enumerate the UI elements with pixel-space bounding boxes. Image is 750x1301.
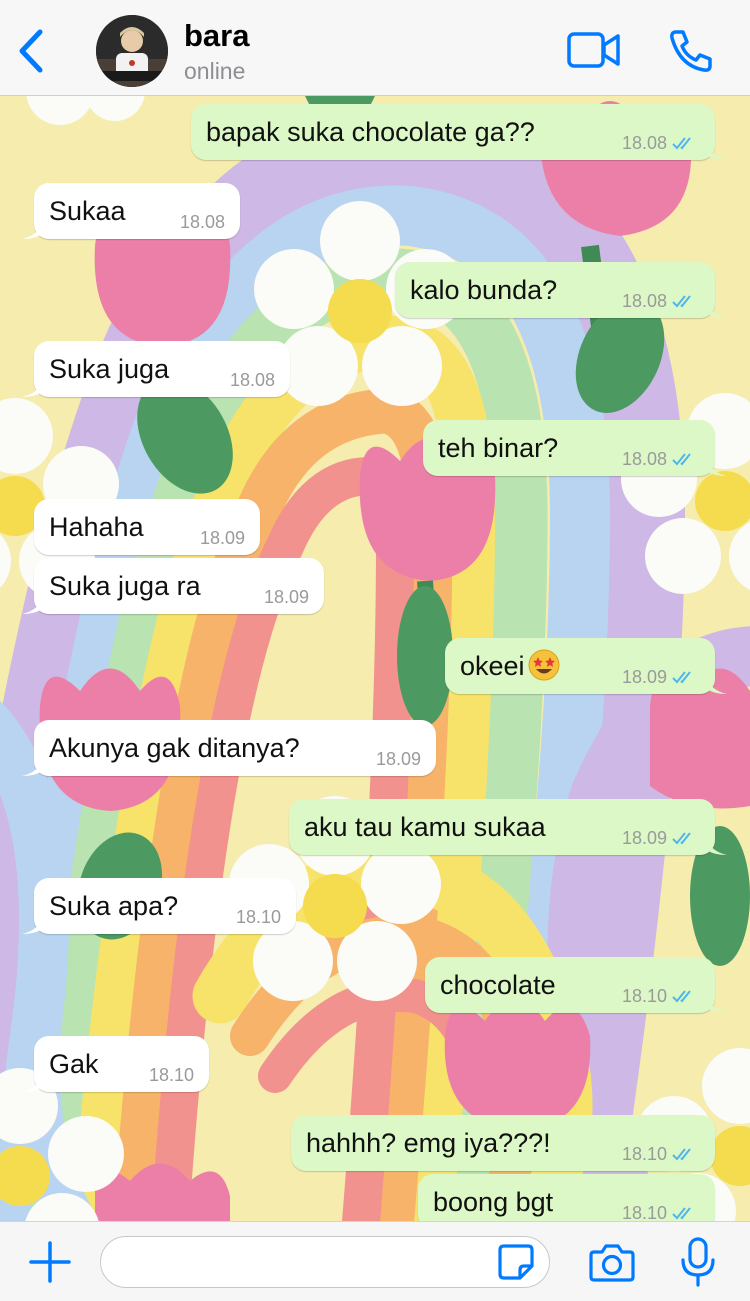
message-time: 18.10 xyxy=(148,1065,194,1085)
read-ticks-icon xyxy=(672,990,691,1003)
message-text: aku tau kamu sukaa xyxy=(304,812,546,842)
bubble-tail xyxy=(705,298,727,318)
sticker-icon xyxy=(498,1244,534,1280)
message-text: boong bgt xyxy=(433,1187,554,1217)
video-call-button[interactable] xyxy=(566,30,622,70)
bubble-tail xyxy=(705,1210,711,1221)
bubble-tail xyxy=(22,377,44,397)
bubble-tail xyxy=(22,914,44,934)
message-time: 18.08 xyxy=(621,133,667,153)
bubble-tail xyxy=(22,756,44,776)
read-ticks-icon xyxy=(672,832,691,845)
message-text: kalo bunda? xyxy=(410,275,558,305)
message-bubble-incoming[interactable]: Suka juga 18.08 xyxy=(22,341,290,397)
message-bubble-outgoing[interactable]: teh binar? 18.08 xyxy=(423,420,727,476)
message-bubble-incoming[interactable]: Sukaa 18.08 xyxy=(22,183,240,239)
message-text: teh binar? xyxy=(438,433,559,463)
message-time: 18.09 xyxy=(621,828,667,848)
message-bubble-incoming[interactable]: Suka juga ra 18.09 xyxy=(22,558,324,614)
message-text: Suka apa? xyxy=(49,891,179,921)
contact-status: online xyxy=(184,58,246,84)
composer-bar xyxy=(0,1221,750,1301)
chat-screen: bara online bapak suka chocolate ga?? 18… xyxy=(0,0,750,1301)
microphone-button[interactable] xyxy=(678,1236,718,1288)
camera-button[interactable] xyxy=(588,1240,636,1284)
attach-button[interactable] xyxy=(28,1240,72,1284)
message-text: Gak xyxy=(49,1049,99,1079)
bubble-tail xyxy=(705,993,727,1013)
back-button[interactable] xyxy=(14,26,48,76)
avatar[interactable] xyxy=(96,15,168,87)
bubble-tail xyxy=(22,219,44,239)
star-struck-emoji-icon xyxy=(528,649,560,681)
bubble-tail xyxy=(705,456,727,476)
message-bubble-outgoing[interactable]: kalo bunda? 18.08 xyxy=(395,262,727,318)
read-ticks-icon xyxy=(672,295,691,308)
message-bubble-outgoing[interactable]: hahhh? emg iya???! 18.10 xyxy=(291,1115,715,1171)
message-bubble-outgoing[interactable]: chocolate 18.10 xyxy=(425,957,727,1013)
message-time: 18.08 xyxy=(229,370,275,390)
bubble-tail xyxy=(22,594,44,614)
message-time: 18.09 xyxy=(263,587,309,607)
read-ticks-icon xyxy=(672,453,691,466)
message-text: chocolate xyxy=(440,970,556,1000)
read-ticks-icon xyxy=(672,137,691,150)
bubble-tail xyxy=(705,674,727,694)
message-text: okeei xyxy=(460,651,525,681)
read-ticks-icon xyxy=(672,1207,691,1220)
bubble-tail xyxy=(22,1072,44,1092)
camera-icon xyxy=(589,1244,635,1282)
video-camera-icon xyxy=(567,32,620,68)
voice-call-button[interactable] xyxy=(666,28,714,74)
message-bubble-outgoing[interactable]: okeei 18.09 xyxy=(445,638,727,694)
contact-name[interactable]: bara xyxy=(184,18,249,54)
message-text: hahhh? emg iya???! xyxy=(306,1128,551,1158)
message-bubble-incoming[interactable]: Gak 18.10 xyxy=(22,1036,209,1092)
message-bubble-outgoing[interactable]: bapak suka chocolate ga?? 18.08 xyxy=(191,104,727,160)
message-time: 18.08 xyxy=(621,449,667,469)
message-bubble-incoming[interactable]: Suka apa? 18.10 xyxy=(22,878,296,934)
message-text: Sukaa xyxy=(49,196,126,226)
message-text: bapak suka chocolate ga?? xyxy=(206,117,535,147)
read-ticks-icon xyxy=(672,671,691,684)
message-input[interactable] xyxy=(100,1236,550,1288)
sticker-button[interactable] xyxy=(496,1242,536,1282)
microphone-icon xyxy=(681,1237,715,1287)
phone-icon xyxy=(670,30,712,72)
plus-icon xyxy=(29,1241,71,1283)
message-time: 18.09 xyxy=(621,667,667,687)
message-text: Akunya gak ditanya? xyxy=(49,733,300,763)
bubble-tail xyxy=(705,835,727,855)
message-text: Hahaha xyxy=(49,512,144,542)
message-time: 18.09 xyxy=(199,528,245,548)
message-list[interactable]: bapak suka chocolate ga?? 18.08 Sukaa 18… xyxy=(0,96,750,1221)
message-time: 18.10 xyxy=(235,907,281,927)
message-text: Suka juga ra xyxy=(49,571,201,601)
message-bubble-outgoing[interactable]: boong bgt 18.10 xyxy=(418,1174,715,1221)
message-time: 18.10 xyxy=(621,1203,667,1221)
message-text: Suka juga xyxy=(49,354,170,384)
message-time: 18.09 xyxy=(375,749,421,769)
bubble-tail xyxy=(705,140,727,160)
message-bubble-outgoing[interactable]: aku tau kamu sukaa 18.09 xyxy=(289,799,727,855)
message-time: 18.08 xyxy=(179,212,225,232)
chat-header: bara online xyxy=(0,0,750,96)
message-bubble-incoming[interactable]: Akunya gak ditanya? 18.09 xyxy=(22,720,436,776)
message-time: 18.10 xyxy=(621,986,667,1006)
message-time: 18.10 xyxy=(621,1144,667,1164)
message-time: 18.08 xyxy=(621,291,667,311)
chevron-left-icon xyxy=(19,29,43,73)
read-ticks-icon xyxy=(672,1148,691,1161)
avatar-image xyxy=(96,15,168,87)
message-bubble-incoming[interactable]: Hahaha 18.09 xyxy=(34,499,260,555)
